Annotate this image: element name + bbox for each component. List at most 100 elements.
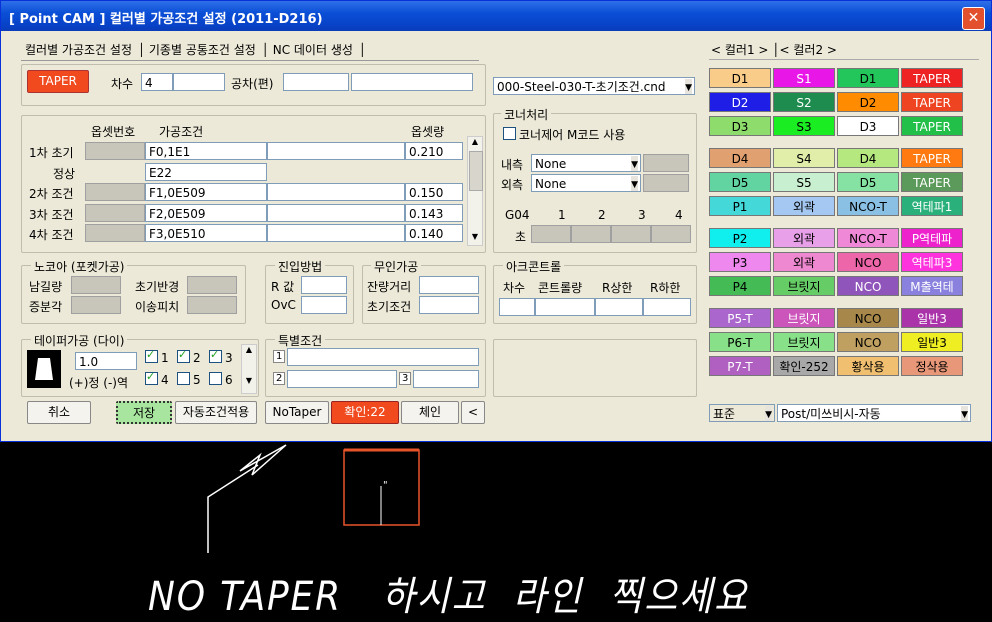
palette-cell[interactable]: TAPER	[901, 116, 963, 136]
mcode-checkbox[interactable]	[503, 127, 516, 140]
save-button[interactable]: 저장	[116, 401, 172, 424]
special-field-1[interactable]	[287, 348, 479, 366]
palette-cell[interactable]: D2	[709, 92, 771, 112]
palette-cell[interactable]: P1	[709, 196, 771, 216]
g04-field[interactable]	[531, 225, 571, 243]
palette-cell[interactable]: 외곽	[773, 252, 835, 272]
condition-note-field[interactable]	[267, 204, 405, 222]
condition-field[interactable]: F0,1E1	[145, 142, 267, 160]
palette-cell[interactable]: P4	[709, 276, 771, 296]
tab-nc-generate[interactable]: NC 데이터 생성	[273, 43, 353, 57]
inner-select[interactable]: None	[531, 154, 641, 172]
tab-machine-conditions[interactable]: 기종별 공통조건 설정	[149, 43, 256, 57]
palette-cell[interactable]: NCO	[837, 332, 899, 352]
checkbox[interactable]	[209, 372, 222, 385]
tolerance-field[interactable]	[283, 73, 349, 91]
palette-cell[interactable]: S5	[773, 172, 835, 192]
arc-field[interactable]	[643, 298, 691, 316]
palette-cell[interactable]: D4	[709, 148, 771, 168]
palette-cell[interactable]: D1	[837, 68, 899, 88]
palette-cell[interactable]: S3	[773, 116, 835, 136]
offset-field[interactable]: 0.150	[405, 183, 463, 201]
checkbox[interactable]	[209, 348, 222, 363]
remain-field[interactable]	[71, 276, 121, 294]
palette-cell[interactable]: NCO	[837, 308, 899, 328]
outer-select[interactable]: None	[531, 174, 641, 192]
palette-cell[interactable]: TAPER	[901, 148, 963, 168]
back-button[interactable]: <	[461, 401, 485, 424]
g04-field[interactable]	[651, 225, 691, 243]
offset-field[interactable]: 0.140	[405, 224, 463, 242]
auto-apply-button[interactable]: 자동조건적용	[175, 401, 257, 424]
taper-value-field[interactable]: 1.0	[75, 352, 137, 370]
offset-no-field[interactable]	[85, 142, 145, 160]
spin-up-icon[interactable]: ▲	[242, 345, 256, 354]
g04-field[interactable]	[611, 225, 651, 243]
arc-field[interactable]	[499, 298, 535, 316]
condition-note-field[interactable]	[267, 224, 405, 242]
mode-select[interactable]: 표준	[709, 404, 775, 422]
offset-field[interactable]: 0.143	[405, 204, 463, 222]
condition-note-field[interactable]	[267, 183, 405, 201]
order-field[interactable]: 4	[141, 73, 173, 91]
offset-no-field[interactable]	[85, 224, 145, 242]
check-3[interactable]: 3	[209, 348, 233, 365]
tab-color2[interactable]: < 컬러2 >	[780, 43, 837, 57]
palette-cell[interactable]: D3	[837, 116, 899, 136]
check-2[interactable]: 2	[177, 348, 201, 365]
palette-cell[interactable]: NCO-T	[837, 228, 899, 248]
taper-button[interactable]: TAPER	[27, 70, 89, 93]
tolerance-extra-field[interactable]	[351, 73, 473, 91]
palette-cell[interactable]: 역테파1	[901, 196, 963, 216]
check-6[interactable]: 6	[209, 372, 233, 387]
init-cond-field[interactable]	[419, 296, 479, 314]
palette-cell[interactable]: 외곽	[773, 228, 835, 248]
palette-cell[interactable]: 브릿지	[773, 308, 835, 328]
palette-cell[interactable]: P역테파	[901, 228, 963, 248]
scroll-up-icon[interactable]: ▲	[468, 137, 482, 149]
palette-cell[interactable]: S1	[773, 68, 835, 88]
incr-angle-field[interactable]	[71, 296, 121, 314]
special-field-2[interactable]	[287, 370, 397, 388]
palette-cell[interactable]: S2	[773, 92, 835, 112]
arc-field[interactable]	[595, 298, 643, 316]
outer-extra-field[interactable]	[643, 174, 689, 192]
chain-button[interactable]: 체인	[401, 401, 459, 424]
palette-cell[interactable]: 확인-252	[773, 356, 835, 376]
palette-cell[interactable]: NCO	[837, 252, 899, 272]
ovc-field[interactable]	[301, 296, 347, 314]
palette-cell[interactable]: 브릿지	[773, 332, 835, 352]
palette-cell[interactable]: 역테파3	[901, 252, 963, 272]
scroll-thumb[interactable]	[469, 151, 483, 191]
confirm-button[interactable]: 확인:22	[331, 401, 399, 424]
remain-dist-field[interactable]	[419, 276, 479, 294]
condition-file-select[interactable]: 000-Steel-030-T-초기조건.cnd	[493, 77, 695, 95]
checkbox[interactable]	[145, 348, 158, 363]
spin-down-icon[interactable]: ▼	[242, 376, 256, 385]
condition-field[interactable]: F3,0E510	[145, 224, 267, 242]
move-pitch-field[interactable]	[187, 296, 237, 314]
scroll-down-icon[interactable]: ▼	[468, 232, 482, 244]
offset-field[interactable]: 0.210	[405, 142, 463, 160]
palette-cell[interactable]: M출역테	[901, 276, 963, 296]
check-4[interactable]: 4	[145, 370, 169, 387]
check-5[interactable]: 5	[177, 372, 201, 387]
palette-cell[interactable]: 정삭용	[901, 356, 963, 376]
palette-cell[interactable]: D4	[837, 148, 899, 168]
palette-cell[interactable]: P5-T	[709, 308, 771, 328]
palette-cell[interactable]: NCO	[837, 276, 899, 296]
close-button[interactable]: ✕	[962, 7, 985, 30]
offset-no-field[interactable]	[85, 204, 145, 222]
palette-cell[interactable]: NCO-T	[837, 196, 899, 216]
r-value-field[interactable]	[301, 276, 347, 294]
palette-cell[interactable]: P6-T	[709, 332, 771, 352]
palette-cell[interactable]: TAPER	[901, 68, 963, 88]
inner-extra-field[interactable]	[643, 154, 689, 172]
g04-field[interactable]	[571, 225, 611, 243]
palette-cell[interactable]: P3	[709, 252, 771, 272]
tab-color-conditions[interactable]: 컬러별 가공조건 설정	[25, 43, 132, 57]
palette-cell[interactable]: 일반3	[901, 308, 963, 328]
offset-no-field[interactable]	[85, 183, 145, 201]
checkbox[interactable]	[145, 370, 158, 385]
conditions-scrollbar[interactable]: ▲ ▼	[467, 136, 483, 246]
